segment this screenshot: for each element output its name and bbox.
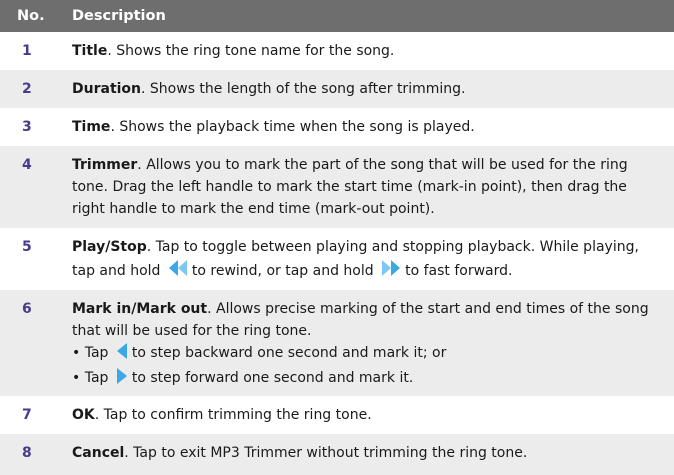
row-number: 4 xyxy=(22,157,32,173)
table-row: 4 Trimmer. Allows you to mark the part o… xyxy=(0,146,674,228)
bullet-text: to step backward one second and mark it;… xyxy=(131,345,447,361)
row-number: 6 xyxy=(22,301,32,317)
description-table: No. Description 1 Title. Shows the ring … xyxy=(0,0,674,475)
table-row: 6 Mark in/Mark out. Allows precise marki… xyxy=(0,290,674,396)
row-description: Title. Shows the ring tone name for the … xyxy=(72,40,674,62)
table-row: 1 Title. Shows the ring tone name for th… xyxy=(0,32,674,70)
row-description: Play/Stop. Tap to toggle between playing… xyxy=(72,236,674,285)
row-term: Mark in/Mark out xyxy=(72,301,208,317)
row-description: Duration. Shows the length of the song a… xyxy=(72,78,674,100)
row-description: Time. Shows the playback time when the s… xyxy=(72,116,674,138)
step-forward-icon xyxy=(115,367,129,392)
bullet-text: to step forward one second and mark it. xyxy=(131,370,414,386)
row-description: Mark in/Mark out. Allows precise marking… xyxy=(72,298,674,392)
row-text: . Tap to confirm trimming the ring tone. xyxy=(94,407,372,423)
row-term: OK xyxy=(72,407,95,423)
row-description: Trimmer. Allows you to mark the part of … xyxy=(72,154,674,220)
row-term: Time xyxy=(72,119,111,135)
row-term: Duration xyxy=(72,81,142,97)
row-text: . Tap to exit MP3 Trimmer without trimmi… xyxy=(124,445,528,461)
row-term: Title xyxy=(72,43,108,59)
row-text: . Shows the playback time when the song … xyxy=(110,119,475,135)
row-number: 8 xyxy=(22,445,32,461)
row-number: 7 xyxy=(22,407,32,423)
table-header: No. Description xyxy=(0,0,674,32)
row-description: Cancel. Tap to exit MP3 Trimmer without … xyxy=(72,442,674,464)
row-text: . Shows the ring tone name for the song. xyxy=(107,43,395,59)
row-text: to fast forward. xyxy=(405,263,513,279)
row-text: . Shows the length of the song after tri… xyxy=(141,81,466,97)
row-number: 5 xyxy=(22,239,32,255)
row-description: OK. Tap to confirm trimming the ring ton… xyxy=(72,404,674,426)
step-back-icon xyxy=(115,342,129,367)
row-number: 2 xyxy=(22,81,32,97)
header-description: Description xyxy=(72,8,166,24)
rewind-icon xyxy=(167,258,189,285)
table-row: 8 Cancel. Tap to exit MP3 Trimmer withou… xyxy=(0,434,674,475)
row-term: Cancel xyxy=(72,445,125,461)
table-row: 2 Duration. Shows the length of the song… xyxy=(0,70,674,108)
table-row: 5 Play/Stop. Tap to toggle between playi… xyxy=(0,228,674,290)
row-text: . Allows you to mark the part of the son… xyxy=(72,157,628,217)
row-text: to rewind, or tap and hold xyxy=(191,263,374,279)
row-term: Trimmer xyxy=(72,157,138,173)
row-term: Play/Stop xyxy=(72,239,147,255)
fast-forward-icon xyxy=(380,258,402,285)
bullet-marker: • Tap xyxy=(72,370,109,386)
table-row: 7 OK. Tap to confirm trimming the ring t… xyxy=(0,396,674,434)
row-number: 3 xyxy=(22,119,32,135)
table-row: 3 Time. Shows the playback time when the… xyxy=(0,108,674,146)
bullet-marker: • Tap xyxy=(72,345,109,361)
row-number: 1 xyxy=(22,43,32,59)
header-no: No. xyxy=(17,8,45,24)
